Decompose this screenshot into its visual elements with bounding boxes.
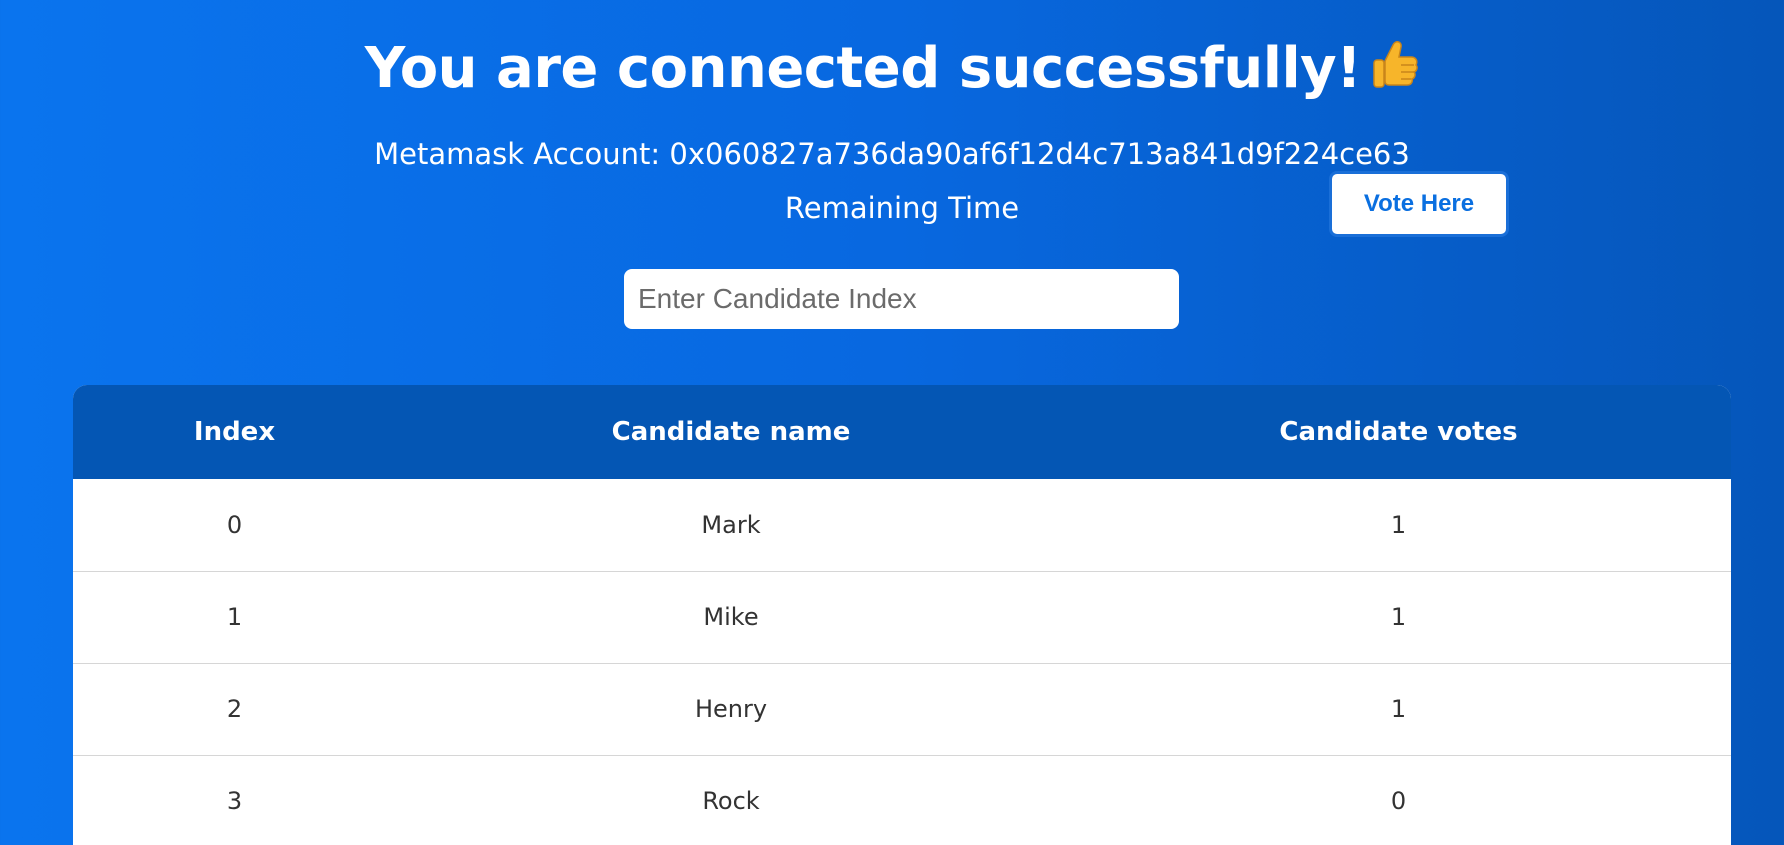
cell-index: 0: [226, 510, 243, 539]
cell-candidate-name: Henry: [694, 695, 768, 723]
candidates-table-card: Index Candidate name Candidate votes 0 M…: [73, 385, 1731, 845]
thumbs-up-icon: [1373, 41, 1419, 88]
cell-candidate-votes: 1: [1390, 603, 1407, 631]
cell-candidate-votes: 1: [1390, 510, 1407, 539]
cell-index: 2: [226, 695, 243, 723]
table-header: Index Candidate name Candidate votes: [73, 385, 1731, 479]
column-header-candidate-votes: Candidate votes: [1279, 417, 1518, 447]
remaining-time-text: Remaining Time: [784, 191, 1020, 225]
table-row: 0 Mark 1: [73, 479, 1731, 571]
page-title: You are connected successfully!: [0, 36, 1784, 102]
column-header-index: Index: [193, 417, 276, 447]
column-header-candidate-name: Candidate name: [611, 417, 851, 447]
table-row: 2 Henry 1: [73, 663, 1731, 755]
table-body: 0 Mark 1 1 Mike 1 2 Henry 1 3 Rock 0: [73, 479, 1731, 845]
cell-index: 1: [226, 603, 243, 631]
candidate-index-input[interactable]: [624, 269, 1179, 329]
cell-index: 3: [226, 787, 243, 815]
cell-candidate-name: Rock: [702, 787, 760, 815]
table-row: 3 Rock 0: [73, 755, 1731, 845]
table-row: 1 Mike 1: [73, 571, 1731, 663]
table-header-row: Index Candidate name Candidate votes: [73, 385, 1731, 479]
cell-candidate-votes: 0: [1390, 787, 1407, 815]
cell-candidate-name: Mike: [703, 603, 759, 631]
metamask-account-text: Metamask Account: 0x060827a736da90af6f12…: [374, 137, 1410, 171]
page-title-text: You are connected successfully!: [364, 36, 1362, 101]
cell-candidate-votes: 1: [1390, 695, 1407, 723]
cell-candidate-name: Mark: [701, 510, 761, 539]
vote-here-button[interactable]: Vote Here: [1329, 171, 1509, 237]
candidates-table: Index Candidate name Candidate votes 0 M…: [73, 385, 1731, 845]
